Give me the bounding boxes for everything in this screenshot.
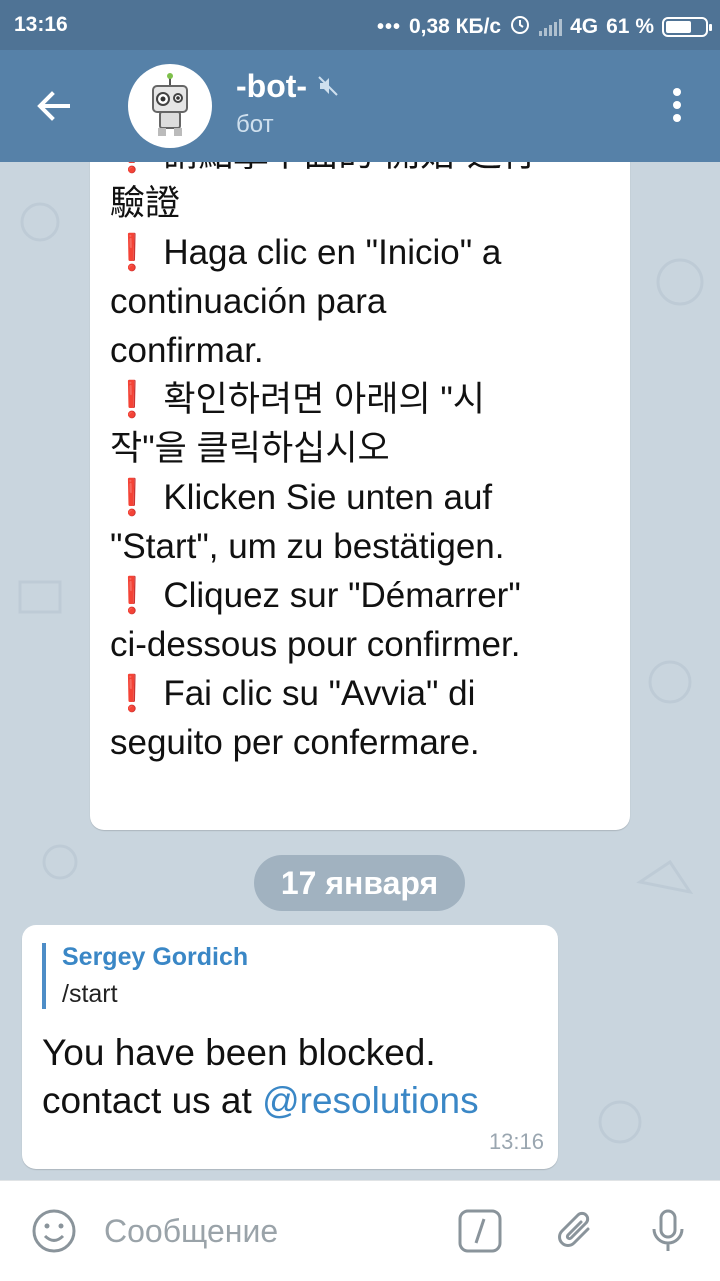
alarm-icon (509, 13, 531, 41)
back-arrow-icon[interactable] (34, 86, 74, 126)
exclamation-icon: ❗ (110, 162, 154, 174)
message-line: confirmar. (110, 331, 264, 370)
message-bubble-blocked[interactable]: Sergey Gordich /start You have been bloc… (22, 925, 558, 1169)
chat-subtitle: бот (236, 111, 274, 138)
message-line: ci-dessous pour confirmer. (110, 625, 521, 664)
bot-command-icon[interactable] (456, 1207, 504, 1255)
network-type: 4G (570, 15, 599, 38)
battery-percent: 61 % (606, 15, 654, 38)
message-line: 작"을 클릭하십시오 (110, 429, 390, 468)
username-link[interactable]: @resolutions (262, 1080, 479, 1121)
bot-avatar[interactable] (128, 64, 212, 148)
network-speed: 0,38 КБ/с (408, 15, 502, 38)
message-text: You have been blocked. contact us at @re… (42, 1029, 479, 1125)
chat-title[interactable]: -bot- (236, 68, 307, 105)
reply-text: /start (62, 980, 118, 1008)
message-line: 驗證 (110, 184, 181, 223)
message-time: 13:16 (488, 1129, 544, 1154)
chat-area[interactable]: ❗ 請點擊下面的“開始”進行 驗證 ❗ Haga clic en "Inicio… (0, 162, 720, 1180)
attach-icon[interactable] (552, 1207, 600, 1255)
message-line: ❗ Klicken Sie unten auf (110, 478, 493, 517)
battery-icon (662, 17, 712, 37)
emoji-icon[interactable] (30, 1207, 78, 1255)
status-bar: 13:16 ••• 0,38 КБ/с 4G 61 % (0, 0, 720, 50)
message-line: ❗ Cliquez sur "Démarrer" (110, 576, 521, 615)
message-bubble-verification[interactable]: ❗ 請點擊下面的“開始”進行 驗證 ❗ Haga clic en "Inicio… (90, 162, 630, 830)
message-line: You have been blocked. (42, 1032, 436, 1073)
exclamation-icon: ❗ (110, 233, 154, 272)
status-time: 13:16 (14, 13, 68, 36)
message-line: ❗ Fai clic su "Avvia" di (110, 674, 476, 713)
message-line: "Start", um zu bestätigen. (110, 527, 505, 566)
message-line: ❗ 請點擊下面的“開始”進行 (110, 162, 610, 179)
mic-icon[interactable] (644, 1207, 692, 1255)
exclamation-icon: ❗ (110, 380, 154, 419)
date-divider: 17 января (254, 855, 465, 911)
message-input[interactable]: Сообщение (104, 1213, 278, 1250)
reply-quote[interactable]: Sergey Gordich /start (42, 943, 248, 1009)
exclamation-icon: ❗ (110, 478, 154, 517)
message-input-bar: Сообщение (0, 1180, 720, 1281)
message-line: ❗ 확인하려면 아래의 "시 (110, 380, 485, 419)
message-line: seguito per confermare. (110, 723, 480, 762)
muted-icon (317, 68, 339, 105)
more-vertical-icon[interactable] (672, 88, 682, 124)
message-line: contact us at (42, 1080, 263, 1121)
exclamation-icon: ❗ (110, 674, 154, 713)
reply-author: Sergey Gordich (62, 943, 249, 971)
message-line: ❗ Haga clic en "Inicio" a (110, 233, 502, 272)
exclamation-icon: ❗ (110, 576, 154, 615)
notification-dots: ••• (376, 15, 401, 38)
signal-icon (539, 18, 563, 36)
message-line: continuación para (110, 282, 387, 321)
chat-header: -bot- бот (0, 50, 720, 162)
